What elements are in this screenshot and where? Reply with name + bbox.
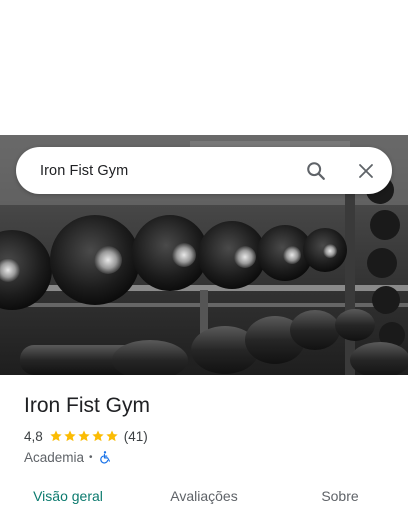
search-bar[interactable]: Iron Fist Gym: [16, 147, 392, 194]
map-area-blank: [0, 0, 408, 135]
place-title: Iron Fist Gym: [24, 394, 151, 417]
search-button[interactable]: [296, 151, 336, 191]
search-input[interactable]: Iron Fist Gym: [40, 163, 296, 179]
search-icon: [307, 161, 325, 180]
category-label: Academia: [24, 449, 85, 465]
category-row: Academia •: [24, 448, 394, 466]
star-icon: [64, 430, 76, 442]
star-icon: [92, 430, 104, 442]
close-button[interactable]: [346, 151, 386, 191]
star-icon: [50, 430, 62, 442]
separator-dot: •: [89, 451, 93, 463]
star-icon: [78, 430, 90, 442]
tab-overview[interactable]: Visão geral: [0, 478, 136, 510]
rating-row[interactable]: 4,8 (41): [24, 427, 394, 445]
place-info: Iron Fist Gym 4,8 (41) Academia •: [24, 392, 394, 466]
tab-reviews[interactable]: Avaliações: [136, 478, 272, 510]
place-page: Iron Fist Gym Iron Fist Gym 4,8 (41) Aca…: [0, 0, 408, 510]
star-rating: [49, 429, 119, 443]
review-count[interactable]: (41): [124, 429, 148, 444]
rating-value: 4,8: [24, 428, 43, 444]
wheelchair-icon[interactable]: [98, 450, 112, 464]
star-icon: [106, 430, 118, 442]
tab-about[interactable]: Sobre: [272, 478, 408, 510]
place-tabs: Visão geral Avaliações Sobre: [0, 478, 408, 510]
close-icon: [359, 163, 373, 178]
